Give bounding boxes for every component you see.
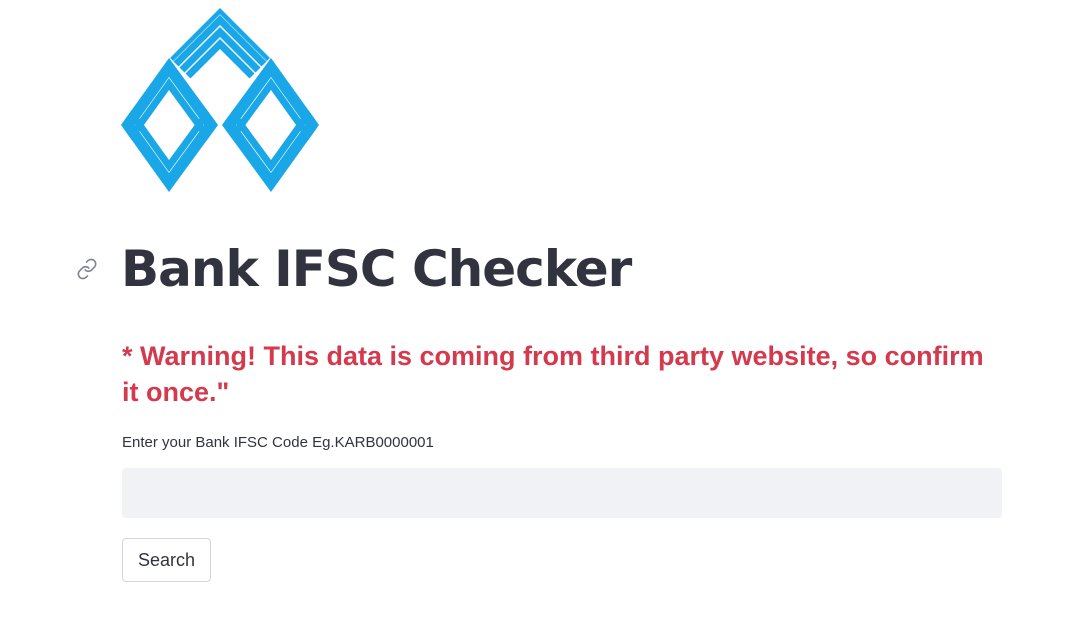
search-button[interactable]: Search [122,538,211,582]
ifsc-code-input[interactable] [122,468,1002,518]
warning-message: * Warning! This data is coming from thir… [122,341,984,407]
page-title: Bank IFSC Checker [121,240,632,298]
page: Bank IFSC Checker * Warning! This data i… [0,0,1065,641]
bank-logo-icon [121,8,319,192]
ifsc-input-label: Enter your Bank IFSC Code Eg.KARB0000001 [122,434,434,451]
link-icon[interactable] [76,258,98,280]
